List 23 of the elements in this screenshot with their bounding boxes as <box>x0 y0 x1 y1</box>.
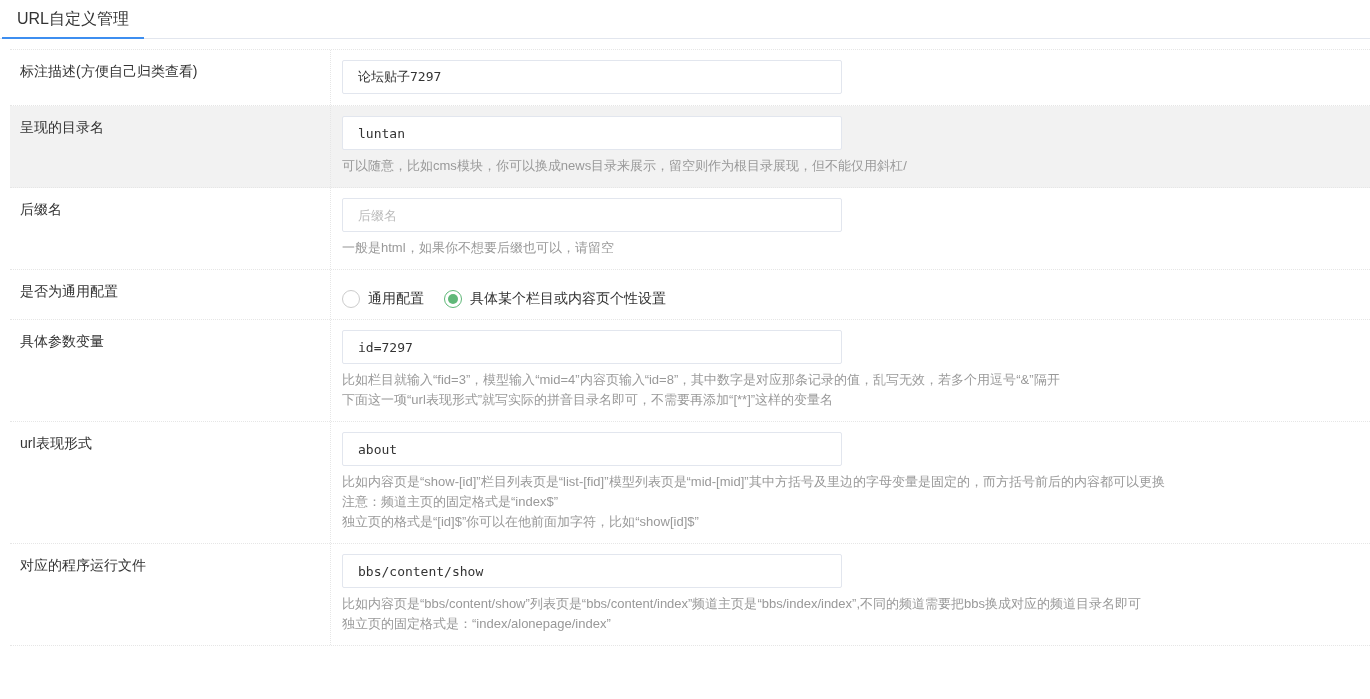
radio-option[interactable]: 具体某个栏目或内容页个性设置 <box>444 290 666 308</box>
field-label: 对应的程序运行文件 <box>20 557 146 573</box>
hint-text: 注意：频道主页的固定格式是“index$” <box>342 493 559 511</box>
input-field[interactable]: id=7297 <box>342 330 842 364</box>
field-label: 后缀名 <box>20 201 62 217</box>
hint-text: 比如内容页是“bbs/content/show”列表页是“bbs/content/index”频道主页是“bbs/index/index”,不同的频道需要把bbs换成对应的频道目录名即可 <box>342 595 1142 613</box>
input-field[interactable]: bbs/content/show <box>342 554 842 588</box>
input-field[interactable]: 论坛贴子7297 <box>342 60 842 94</box>
input-field[interactable]: about <box>342 432 842 466</box>
field-label: 呈现的目录名 <box>20 119 104 135</box>
field-label: 具体参数变量 <box>20 333 104 349</box>
hint-text: 独立页的格式是“[id]$”你可以在他前面加字符，比如“show[id]$” <box>342 513 700 531</box>
hint-text: 可以随意，比如cms模块，你可以换成news目录来展示，留空则作为根目录展现，但不能仅用斜杠/ <box>342 157 908 175</box>
hint-text: 独立页的固定格式是：“index/alonepage/index” <box>342 615 612 633</box>
tab[interactable]: URL自定义管理 <box>2 0 144 39</box>
hint-text: 比如栏目就输入“fid=3”，模型输入“mid=4”内容页输入“id=8”，其中数字是对应那条记录的值，乱写无效，若多个用逗号“&”隔开 <box>342 371 1061 389</box>
hint-text: 比如内容页是“show-[id]”栏目列表页是“list-[fid]”模型列表页是“mid-[mid]”其中方括号及里边的字母变量是固定的，而方括号前后的内容都可以更换 <box>342 473 1166 491</box>
input-field[interactable]: 后缀名 <box>342 198 842 232</box>
field-label: url表现形式 <box>20 435 92 451</box>
field-label: 标注描述(方便自己归类查看) <box>20 63 198 79</box>
input-field[interactable]: luntan <box>342 116 842 150</box>
field-label: 是否为通用配置 <box>20 283 118 299</box>
radio-option[interactable]: 通用配置 <box>342 290 424 308</box>
